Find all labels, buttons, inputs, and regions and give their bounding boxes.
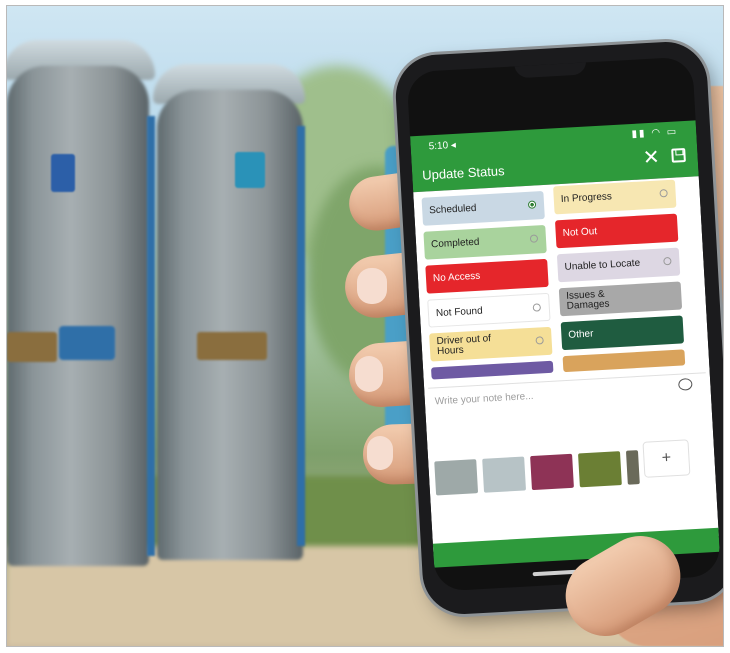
- status-option-in-progress[interactable]: In Progress: [553, 179, 677, 215]
- note-placeholder: Write your note here...: [434, 390, 534, 408]
- status-option-label: Unable to Locate: [564, 257, 641, 273]
- camera-notch: [514, 60, 587, 79]
- status-time: 5:10 ◂: [428, 139, 457, 153]
- radio-icon: [529, 234, 539, 243]
- status-option-label: Other: [568, 328, 594, 341]
- status-option-unable-to-locate[interactable]: Unable to Locate: [556, 247, 681, 283]
- portable-toilet-right: [157, 90, 303, 560]
- status-option-label: In Progress: [560, 191, 613, 206]
- status-option-label: Not Out: [562, 226, 598, 239]
- status-icons: ▮▮ ◠ ▭: [631, 126, 679, 140]
- close-icon[interactable]: ✕: [642, 146, 660, 169]
- photo-thumbnail[interactable]: [578, 451, 622, 488]
- occupancy-indicator-left: [59, 326, 115, 360]
- status-option-other[interactable]: Other: [560, 315, 685, 351]
- status-option-label: Issues & Damages: [565, 288, 610, 312]
- status-option-label: Not Found: [435, 305, 483, 320]
- smartphone: 5:10 ◂ ▮▮ ◠ ▭ Update Status ✕ Scheduled …: [393, 39, 723, 617]
- note-input[interactable]: Write your note here...: [428, 372, 709, 446]
- toilet-frame-left: [147, 116, 155, 556]
- radio-icon: [663, 256, 672, 266]
- radio-icon: [532, 303, 542, 312]
- radio-icon: [659, 189, 668, 198]
- photo-thumbnail[interactable]: [482, 456, 527, 493]
- fingernail: [355, 356, 383, 392]
- chat-bubble-icon[interactable]: [678, 377, 693, 391]
- photo-frame: 5:10 ◂ ▮▮ ◠ ▭ Update Status ✕ Scheduled …: [6, 5, 724, 647]
- status-option-driver-out-of-hours[interactable]: Driver out of Hours: [429, 326, 553, 362]
- save-icon[interactable]: [671, 148, 686, 163]
- status-option-scheduled[interactable]: Scheduled: [421, 190, 545, 226]
- toilet-frame-right: [297, 126, 305, 546]
- status-option-issues-damages[interactable]: Issues & Damages: [558, 281, 683, 317]
- status-option-label: Scheduled: [428, 202, 477, 217]
- photo-thumbnail[interactable]: [625, 450, 640, 485]
- radio-icon: [527, 200, 537, 209]
- phone-screen: 5:10 ◂ ▮▮ ◠ ▭ Update Status ✕ Scheduled …: [406, 56, 722, 592]
- door-handle-left: [7, 332, 57, 362]
- status-option-no-access[interactable]: No Access: [425, 258, 549, 294]
- status-option-partially-visible[interactable]: [430, 360, 554, 380]
- men-sign-icon: [51, 154, 75, 192]
- status-option-not-found[interactable]: Not Found: [427, 292, 551, 328]
- status-option-label: Completed: [430, 236, 480, 251]
- status-option-label: No Access: [432, 270, 481, 285]
- status-option-completed[interactable]: Completed: [423, 224, 547, 260]
- page-title: Update Status: [421, 163, 505, 183]
- wheelchair-sign-icon: [235, 152, 265, 188]
- portable-toilet-left: [7, 66, 149, 566]
- status-option-label: Driver out of Hours: [436, 333, 492, 358]
- fingernail: [357, 268, 387, 304]
- status-panel: Scheduled In Progress Completed Not Out: [413, 176, 719, 552]
- add-photo-button[interactable]: +: [642, 439, 691, 478]
- photo-strip: [434, 450, 640, 498]
- radio-icon: [535, 336, 544, 345]
- status-option-partially-visible[interactable]: [562, 349, 686, 373]
- door-handle-right: [197, 332, 267, 360]
- photo-thumbnail[interactable]: [434, 459, 479, 496]
- status-option-not-out[interactable]: Not Out: [554, 213, 679, 249]
- photo-thumbnail[interactable]: [530, 453, 574, 491]
- fingernail: [367, 436, 393, 470]
